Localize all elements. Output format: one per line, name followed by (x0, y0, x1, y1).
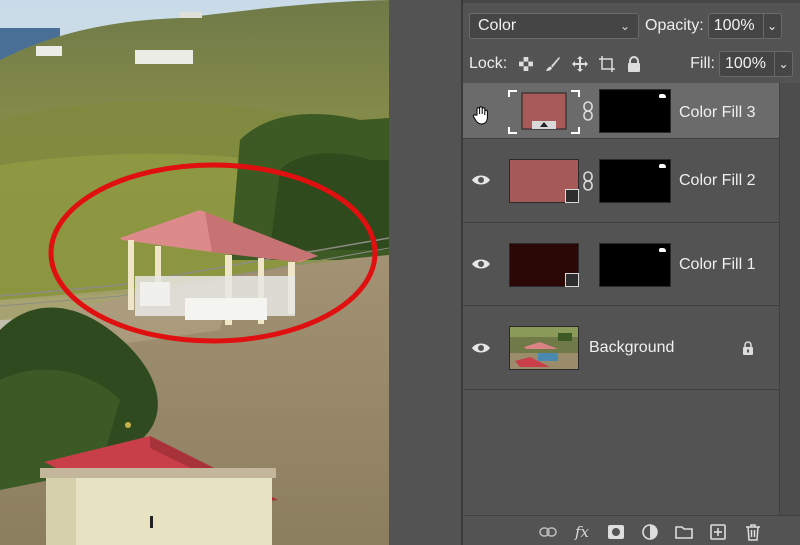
panel-gutter (389, 0, 464, 545)
panel-header-edge (463, 0, 800, 3)
layer-row-background[interactable]: Background (463, 306, 779, 390)
photo-canvas[interactable] (0, 0, 389, 545)
layer-name[interactable]: Background (589, 339, 674, 357)
chain-link-icon[interactable] (581, 101, 595, 121)
eye-visibility-icon[interactable] (471, 341, 493, 357)
layer-row-color-fill-1[interactable]: Color Fill 1 (463, 223, 779, 306)
fill-adjustment-icon (565, 273, 579, 287)
gazebo-photo (0, 0, 389, 545)
layer-row-color-fill-2[interactable]: Color Fill 2 (463, 139, 779, 223)
opacity-field[interactable]: 100% ⌄ (707, 13, 782, 39)
opacity-label: Opacity: (645, 17, 704, 34)
fx-label: fx (574, 523, 589, 541)
blend-mode-value: Color (478, 17, 517, 34)
layer-mask-thumbnail[interactable] (599, 243, 671, 287)
hand-cursor-icon[interactable] (471, 105, 493, 125)
layer-thumb-frame[interactable] (507, 89, 581, 135)
lock-transparency-icon[interactable] (517, 55, 535, 73)
add-mask-icon[interactable] (607, 523, 625, 541)
layers-panel: Color ⌄ Opacity: 100% ⌄ Lock: Fill: 100% (463, 0, 800, 545)
new-layer-icon[interactable] (709, 523, 727, 541)
eye-visibility-icon[interactable] (471, 173, 493, 189)
adjustment-layer-icon[interactable] (641, 523, 659, 541)
layers-scroll-track[interactable] (779, 83, 800, 515)
lock-brush-icon[interactable] (544, 55, 562, 73)
layer-mask-thumbnail[interactable] (599, 89, 671, 133)
fill-label: Fill: (690, 55, 715, 72)
blend-opacity-row: Color ⌄ Opacity: 100% ⌄ (469, 12, 782, 40)
lock-fill-row: Lock: Fill: 100% ⌄ (469, 50, 793, 78)
lock-all-icon[interactable] (625, 55, 643, 73)
new-group-icon[interactable] (675, 523, 693, 541)
lock-label: Lock: (469, 55, 508, 72)
chain-link-icon[interactable] (581, 171, 595, 191)
background-photo-thumbnail[interactable] (509, 326, 579, 370)
fill-field[interactable]: 100% ⌄ (719, 51, 793, 77)
layer-name[interactable]: Color Fill 1 (679, 256, 755, 274)
layer-name[interactable]: Color Fill 2 (679, 172, 755, 190)
fill-adjustment-icon (565, 189, 579, 203)
layer-row-color-fill-3[interactable]: Color Fill 3 (463, 83, 779, 139)
blend-mode-dropdown[interactable]: Color ⌄ (469, 13, 639, 39)
layer-name[interactable]: Color Fill 3 (679, 104, 755, 122)
layer-lock-icon[interactable] (742, 341, 754, 360)
layer-mask-thumbnail[interactable] (599, 159, 671, 203)
fx-icon[interactable]: fx (573, 523, 591, 541)
fill-value[interactable]: 100% (720, 55, 774, 73)
opacity-value[interactable]: 100% (709, 17, 763, 35)
layers-list: Color Fill 3 Color Fill 2 Color Fill 1 B… (463, 83, 779, 390)
chevron-down-icon: ⌄ (619, 19, 630, 33)
fill-dropdown-chevron-icon[interactable]: ⌄ (774, 52, 792, 76)
trash-icon[interactable] (744, 523, 762, 541)
link-layers-icon[interactable] (539, 523, 557, 541)
lock-artboard-icon[interactable] (598, 55, 616, 73)
eye-visibility-icon[interactable] (471, 257, 493, 273)
layers-footer-toolbar: fx (463, 515, 800, 545)
lock-position-icon[interactable] (571, 55, 589, 73)
opacity-dropdown-chevron-icon[interactable]: ⌄ (762, 14, 781, 38)
